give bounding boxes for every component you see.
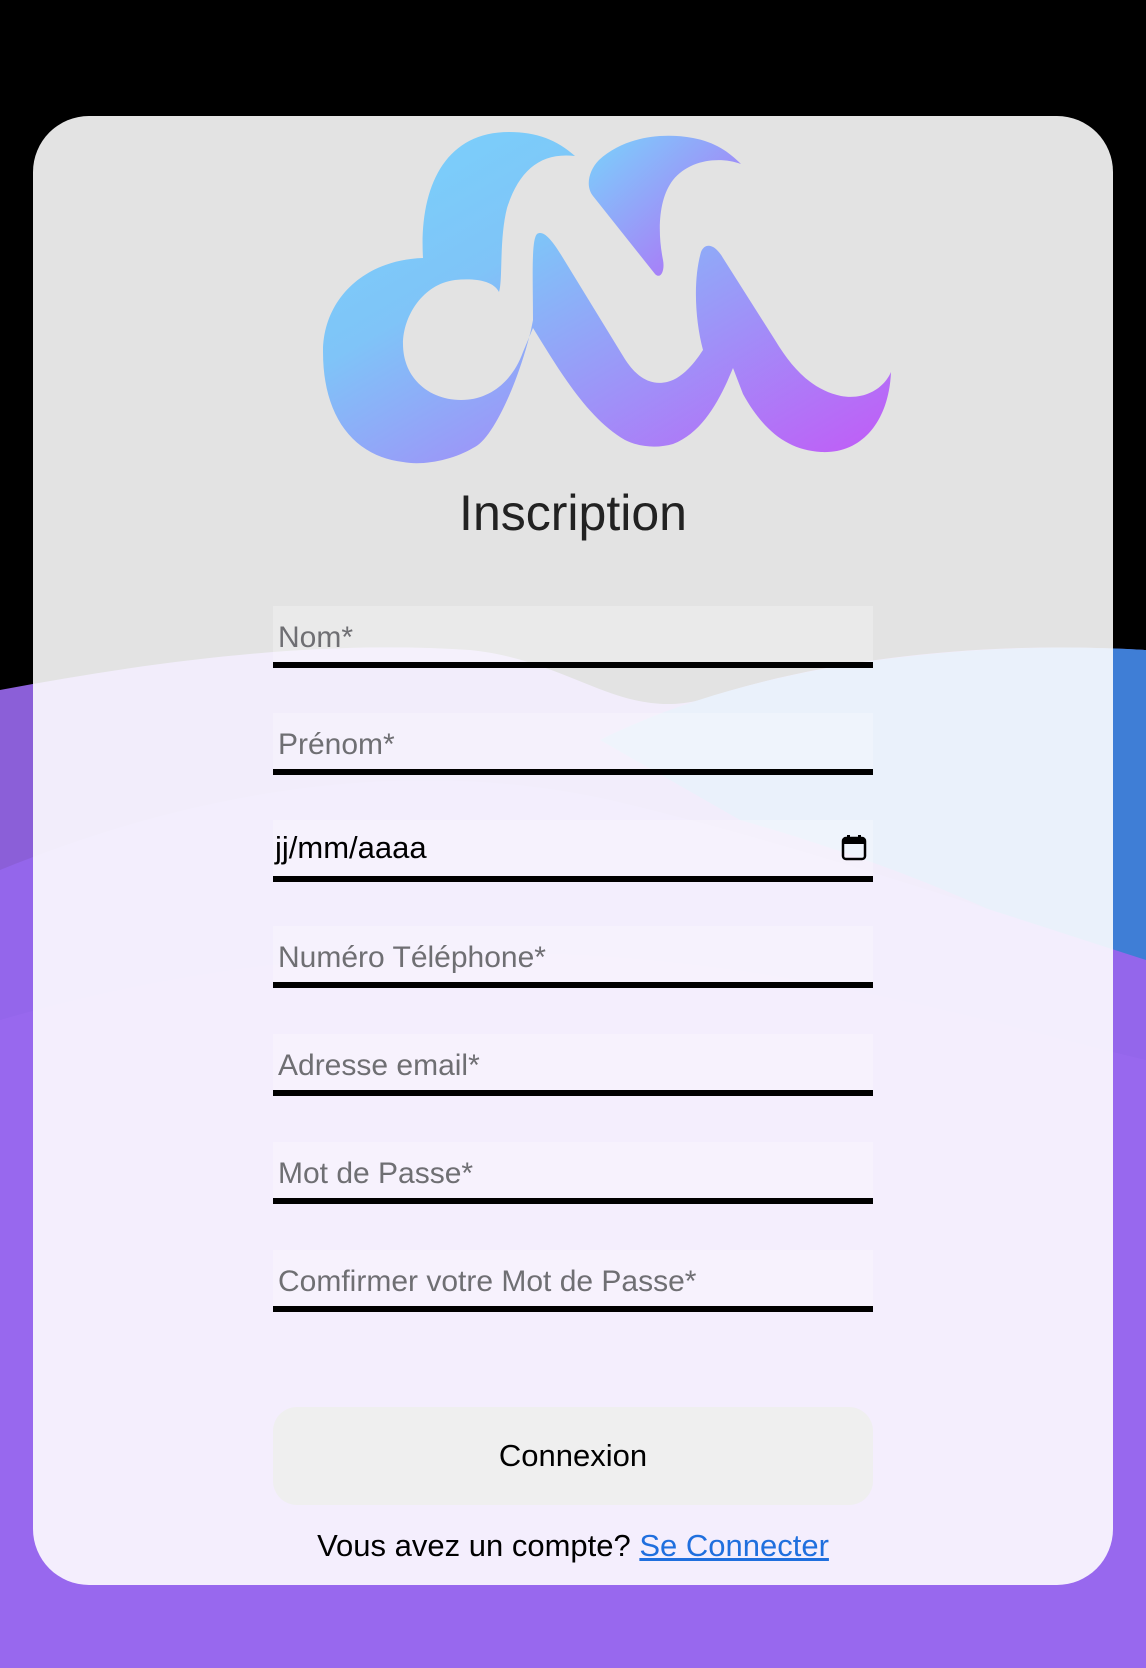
signup-card: Inscription jj/mm/aaaa Connexion Vous av… [33, 116, 1113, 1585]
prenom-field [273, 713, 873, 775]
nom-field [273, 606, 873, 668]
confirm-password-field [273, 1250, 873, 1312]
confirm-password-input[interactable] [273, 1250, 873, 1306]
telephone-input[interactable] [273, 926, 873, 982]
account-prompt-text: Vous avez un compte? [317, 1528, 631, 1563]
nom-input[interactable] [273, 606, 873, 662]
email-field [273, 1034, 873, 1096]
login-link[interactable]: Se Connecter [639, 1528, 829, 1563]
birthdate-field[interactable]: jj/mm/aaaa [273, 820, 873, 882]
password-field [273, 1142, 873, 1204]
birthdate-input[interactable]: jj/mm/aaaa [275, 830, 427, 866]
login-prompt: Vous avez un compte? Se Connecter [33, 1528, 1113, 1564]
page-title: Inscription [459, 485, 687, 541]
telephone-field [273, 926, 873, 988]
submit-button[interactable]: Connexion [273, 1407, 873, 1505]
password-input[interactable] [273, 1142, 873, 1198]
email-input[interactable] [273, 1034, 873, 1090]
calendar-icon[interactable] [841, 834, 867, 862]
double-wave-logo [323, 132, 891, 464]
prenom-input[interactable] [273, 713, 873, 769]
